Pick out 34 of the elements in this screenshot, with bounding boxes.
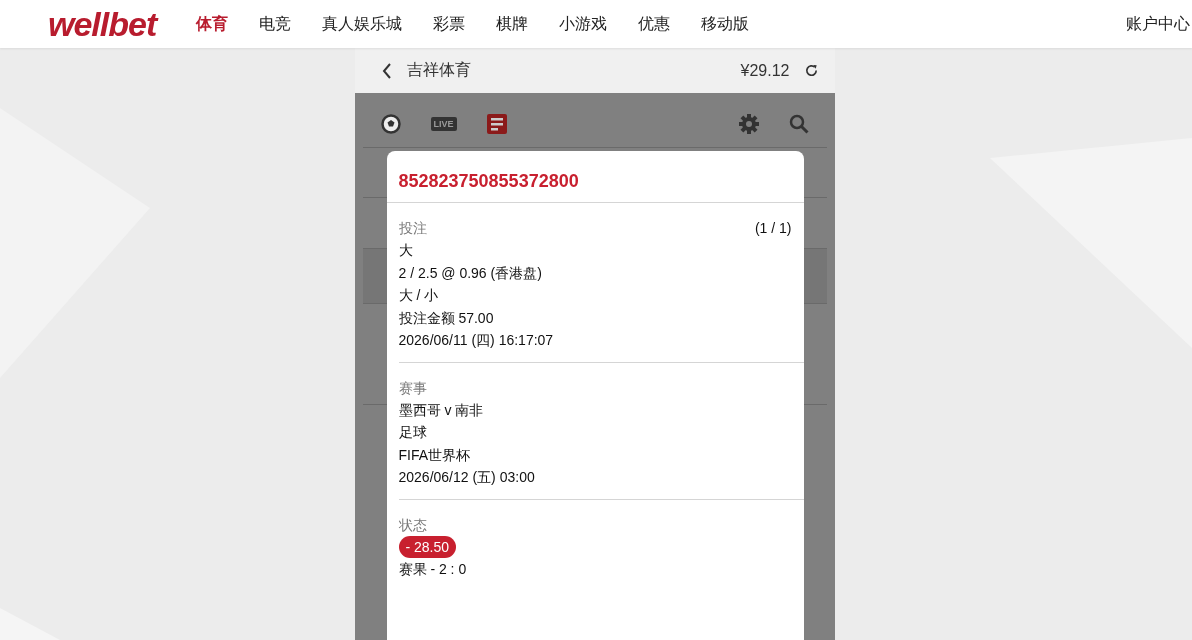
logo[interactable]: wellbet — [48, 7, 157, 41]
nav-link[interactable]: 小游戏 — [559, 13, 608, 35]
balance: ¥29.12 — [740, 61, 790, 80]
section-label: 状态 — [398, 515, 427, 535]
section-label: 赛事 — [398, 378, 427, 398]
detail-text: 大 — [398, 242, 413, 258]
detail-text: 大 / 小 — [398, 287, 439, 303]
account-link[interactable]: 账户中心 — [1126, 13, 1192, 35]
bet-id: 852823750855372800 — [386, 151, 804, 203]
detail-text: FIFA世界杯 — [398, 446, 471, 463]
live-button[interactable]: LIVE — [430, 116, 457, 131]
nav-link[interactable]: 棋牌 — [496, 13, 529, 35]
nav-link[interactable]: 彩票 — [433, 13, 466, 35]
detail-text: 2026/06/12 (五) 03:00 — [398, 469, 535, 485]
search-icon[interactable] — [788, 113, 809, 134]
nav-link[interactable]: 移动版 — [701, 13, 750, 35]
detail-text: 投注金额 57.00 — [398, 309, 494, 326]
back-icon[interactable] — [380, 62, 393, 79]
bet-counter: (1 / 1) — [754, 219, 792, 238]
result-badge: - 28.50 — [398, 535, 457, 558]
nav-link[interactable]: 体育 — [196, 13, 229, 35]
page-title: 吉祥体育 — [406, 60, 471, 80]
section-label: 投注 — [398, 219, 427, 238]
detail-text: 2026/06/11 (四) 16:17:07 — [398, 332, 554, 348]
detail-text: 2 / 2.5 @ 0.96 (香港盘) — [398, 264, 542, 281]
detail-text: 赛果 - 2 : 0 — [398, 561, 467, 577]
detail-text: 墨西哥 v 南非 — [398, 401, 484, 418]
bet-slip-icon[interactable] — [486, 113, 507, 134]
nav-link[interactable]: 电竞 — [259, 13, 292, 35]
nav-link[interactable]: 真人娱乐城 — [322, 13, 403, 35]
nav-link[interactable]: 优惠 — [638, 13, 671, 35]
refresh-icon[interactable] — [803, 63, 819, 78]
soccer-ball-icon[interactable] — [380, 113, 401, 134]
detail-text: 足球 — [398, 424, 427, 440]
